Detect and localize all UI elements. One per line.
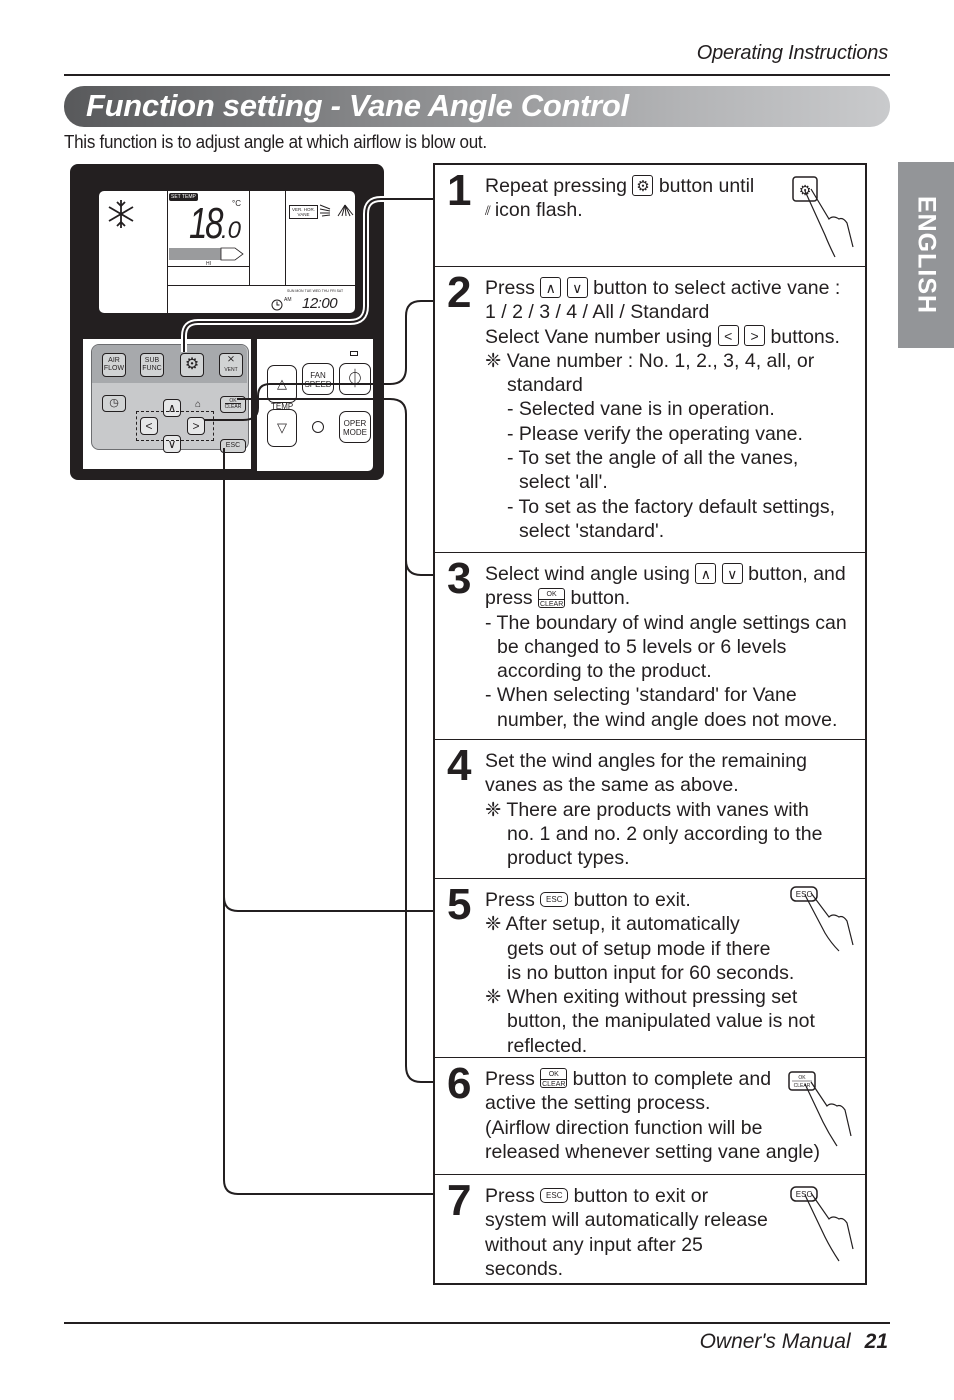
connector-step2 — [204, 300, 433, 421]
left-button-icon: < — [717, 325, 739, 347]
step-number: 5 — [447, 880, 472, 929]
esc-button-icon: ESC — [540, 1187, 569, 1203]
step-4: 4 Set the wind angles for the remaining … — [435, 740, 865, 879]
down-button-icon: ∨ — [721, 562, 743, 584]
step-number: 1 — [447, 166, 472, 215]
down-button-icon: ∨ — [566, 276, 588, 298]
footer: Owner's Manual 21 — [700, 1330, 888, 1354]
vane-swing-icon: ⫽ — [485, 202, 491, 218]
step-7: 7 Press ESC button to exit or system wil… — [435, 1175, 865, 1283]
hand-pressing-esc-button-icon: ESC — [790, 1186, 854, 1262]
hand-pressing-esc-button-icon: ESC — [790, 886, 854, 952]
step-number: 2 — [447, 268, 472, 317]
step-6: 6 Press OK CLEAR button to complete and a… — [435, 1058, 865, 1175]
esc-button-icon: ESC — [540, 891, 569, 907]
step-number: 7 — [447, 1176, 472, 1225]
svg-text:OK: OK — [798, 1075, 806, 1081]
ok-clear-button-icon: OK CLEAR — [540, 1068, 568, 1089]
step-number: 6 — [447, 1059, 472, 1108]
svg-text:ESC: ESC — [796, 1190, 813, 1199]
connector-step7 — [223, 897, 433, 1195]
connector-step6 — [405, 560, 433, 1083]
up-button-icon: ∧ — [540, 276, 562, 298]
svg-text:ESC: ESC — [796, 890, 813, 899]
connector-step1 — [181, 196, 433, 352]
hand-pressing-ok-clear-button-icon: OK CLEAR — [788, 1071, 852, 1147]
step-text: Press ∧ ∨ button to select active vane :… — [485, 276, 841, 542]
step-2: 2 Press ∧ ∨ button to select active vane… — [435, 267, 865, 553]
step-text: Set the wind angles for the remaining va… — [485, 750, 823, 870]
hand-pressing-gear-button-icon: ⚙ — [792, 176, 854, 258]
page-number: 21 — [864, 1330, 888, 1353]
connector-step5 — [223, 448, 433, 912]
step-number: 3 — [447, 554, 472, 603]
step-number: 4 — [447, 741, 472, 790]
up-button-icon: ∧ — [695, 562, 717, 584]
step-text: Select wind angle using ∧ ∨ button, and … — [485, 562, 847, 731]
steps-table: 1 Repeat pressing ⚙ button until ⫽ icon f… — [433, 163, 867, 1285]
bottom-divider — [64, 1322, 890, 1324]
svg-text:CLEAR: CLEAR — [794, 1083, 811, 1089]
step-5: 5 Press ESC button to exit. ❈ After setu… — [435, 879, 865, 1058]
ok-clear-button-icon: OK CLEAR — [538, 587, 566, 608]
manual-label: Owner's Manual — [699, 1330, 851, 1353]
connector-step1 — [183, 198, 433, 352]
gear-button-icon: ⚙ — [632, 174, 654, 196]
step-1: 1 Repeat pressing ⚙ button until ⫽ icon f… — [435, 165, 865, 267]
connector-step3 — [237, 398, 433, 576]
step-3: 3 Select wind angle using ∧ ∨ button, an… — [435, 553, 865, 740]
right-button-icon: > — [744, 325, 766, 347]
